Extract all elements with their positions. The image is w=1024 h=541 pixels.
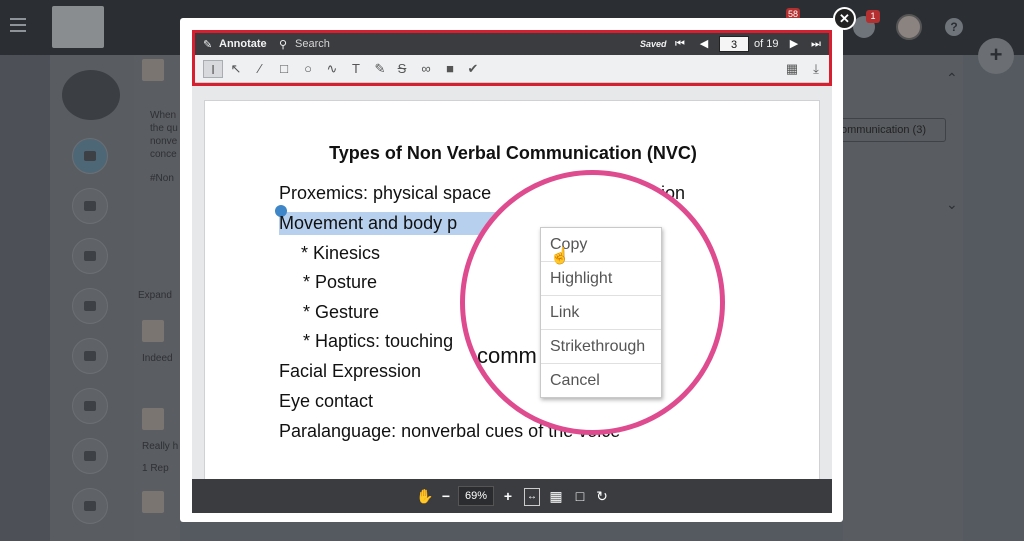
doc-line: * Kinesics xyxy=(301,243,381,263)
viewer-bottom-toolbar: ✋ − 69% + ↔ ▦ □ ↻ xyxy=(192,479,832,513)
ellipse-icon[interactable]: ○ xyxy=(298,60,318,78)
hashtag-link[interactable]: #Non xyxy=(150,173,174,184)
viewer-top-toolbar: ✎ Annotate ⚲ Search Saved ⏮ ◀ 3 of 19 ▶ … xyxy=(195,33,829,55)
download-icon[interactable]: ⤓ xyxy=(806,60,826,78)
doc-line: Facial Expression xyxy=(279,361,422,381)
strikethrough-icon[interactable]: S xyxy=(392,60,412,78)
user-avatar[interactable] xyxy=(896,14,922,40)
freehand-icon[interactable]: ∿ xyxy=(322,60,342,78)
menu-item-link[interactable]: Link xyxy=(541,296,661,330)
fit-width-icon[interactable]: ↔ xyxy=(524,488,540,506)
close-icon[interactable]: ✕ xyxy=(833,7,856,30)
doc-line: * Posture xyxy=(303,272,378,292)
annotate-button[interactable]: Annotate xyxy=(219,38,267,50)
group-icon[interactable] xyxy=(72,488,108,524)
annotation-tools-bar: I ↖ ∕ □ ○ ∿ T ✎ S ∞ ■ ✔ ▦ ⤓ xyxy=(195,55,829,83)
hand-cursor-icon: ☝ xyxy=(550,248,570,265)
next-page-icon[interactable]: ▶ xyxy=(787,37,801,51)
search-icon: ⚲ xyxy=(279,39,288,51)
comment-icon[interactable]: ▦ xyxy=(782,60,802,78)
add-button[interactable]: + xyxy=(978,38,1014,74)
doc-line: Eye contact xyxy=(279,391,374,411)
zoom-in-icon[interactable]: + xyxy=(500,488,516,504)
comment-text: Really h xyxy=(142,441,179,452)
pan-hand-icon[interactable]: ✋ xyxy=(416,488,433,504)
comment-avatar xyxy=(142,320,164,342)
expand-link[interactable]: Expand xyxy=(138,290,172,301)
person-icon[interactable] xyxy=(72,388,108,424)
rotate-icon[interactable]: ↻ xyxy=(594,488,610,504)
magnified-text: comm xyxy=(477,343,537,368)
feed-snippet: When xyxy=(150,110,177,121)
page-total: of 19 xyxy=(754,38,779,50)
chevron-up-icon[interactable]: ⌃ xyxy=(946,70,958,87)
app-logo[interactable] xyxy=(52,6,104,48)
tag-chip[interactable]: ommunication (3) xyxy=(838,118,946,142)
context-menu: Copy Highlight Link Strikethrough Cancel… xyxy=(540,227,662,398)
comment-search-icon[interactable]: □ xyxy=(572,488,588,504)
zoom-level[interactable]: 69% xyxy=(458,486,494,506)
chevron-down-icon[interactable]: ⌄ xyxy=(946,196,958,213)
comment-avatar xyxy=(142,408,164,430)
doc-line-selected: Movement and body p xyxy=(279,213,458,233)
feed-snippet: the qu xyxy=(150,123,178,134)
rectangle-icon[interactable]: □ xyxy=(274,60,294,78)
link-icon[interactable]: ∞ xyxy=(416,60,436,78)
arrow-icon[interactable]: ↖ xyxy=(226,60,246,78)
text-select-icon[interactable]: I xyxy=(203,60,223,78)
previous-page-icon[interactable]: ◀ xyxy=(697,37,711,51)
grid-view-icon[interactable]: ▦ xyxy=(548,488,564,504)
doc-line: * Haptics: touching xyxy=(303,331,454,351)
last-page-icon[interactable]: ⏭ xyxy=(809,37,823,51)
feed-column: When the qu nonve conce #Non Expand Inde… xyxy=(134,55,180,541)
chart-icon[interactable] xyxy=(72,288,108,324)
first-page-icon[interactable]: ⏮ xyxy=(673,37,687,51)
menu-item-strikethrough[interactable]: Strikethrough xyxy=(541,330,661,364)
stamp-icon[interactable]: ■ xyxy=(440,60,460,78)
zoom-out-icon[interactable]: − xyxy=(438,488,454,504)
annotation-toolbars: ✎ Annotate ⚲ Search Saved ⏮ ◀ 3 of 19 ▶ … xyxy=(192,30,832,86)
contacts-card-icon[interactable] xyxy=(72,238,108,274)
saved-status: Saved xyxy=(640,39,667,49)
search-button[interactable]: Search xyxy=(295,38,330,50)
checkbox-icon[interactable] xyxy=(72,338,108,374)
menu-item-highlight[interactable]: Highlight xyxy=(541,262,661,296)
left-nav xyxy=(0,55,50,541)
feed-snippet: conce xyxy=(150,149,177,160)
help-icon[interactable]: ? xyxy=(945,18,963,36)
document-title: Types of Non Verbal Communication (NVC) xyxy=(329,143,697,163)
magnifier-callout: comm Copy Highlight Link Strikethrough C… xyxy=(460,170,725,435)
menu-item-cancel[interactable]: Cancel xyxy=(541,364,661,398)
text-tool-icon[interactable]: T xyxy=(346,60,366,78)
doc-line: * Gesture xyxy=(303,302,380,322)
page-number-input[interactable]: 3 xyxy=(719,36,749,52)
alert-badge: 1 xyxy=(866,10,880,23)
reply-link[interactable]: 1 Rep xyxy=(142,463,169,474)
trophy-icon[interactable] xyxy=(72,438,108,474)
chat-icon[interactable] xyxy=(72,138,108,174)
folder-icon[interactable] xyxy=(72,188,108,224)
menu-icon[interactable] xyxy=(10,18,26,32)
doc-line: Proxemics: physical space xyxy=(279,183,492,203)
feed-avatar xyxy=(142,59,164,81)
check-icon[interactable]: ✔ xyxy=(463,60,483,78)
comment-avatar xyxy=(142,491,164,513)
line-icon[interactable]: ∕ xyxy=(250,60,270,78)
team-logo[interactable] xyxy=(62,70,120,120)
feed-snippet: nonve xyxy=(150,136,178,147)
comment-text: Indeed xyxy=(142,353,173,364)
pencil-icon: ✎ xyxy=(203,39,213,51)
highlighter-icon[interactable]: ✎ xyxy=(370,60,390,78)
